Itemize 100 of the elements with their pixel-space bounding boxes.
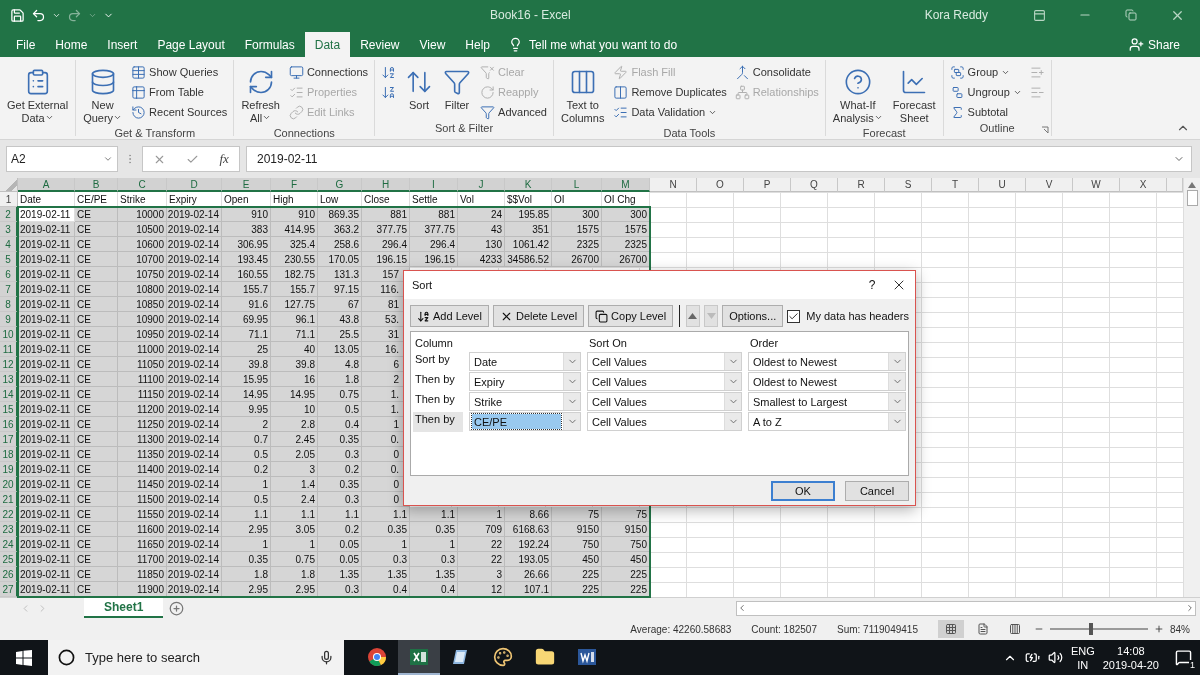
microphone-icon[interactable] [319, 650, 334, 665]
save-icon[interactable] [10, 7, 25, 23]
dropdown-field[interactable]: Strike [469, 392, 581, 411]
formula-input[interactable]: 2019-02-11 [246, 146, 1192, 172]
ribbon-button[interactable]: Recent Sources [129, 103, 230, 121]
ribbon-tab[interactable]: Insert [97, 32, 148, 57]
column-header[interactable]: W [1073, 178, 1120, 192]
undo-icon[interactable] [31, 7, 46, 23]
ribbon-button[interactable]: Advanced [478, 103, 549, 121]
column-header[interactable]: G [318, 178, 362, 192]
column-header[interactable]: I [410, 178, 458, 192]
language-indicator[interactable]: ENG IN [1070, 643, 1095, 672]
ribbon-button[interactable]: New Query [80, 63, 126, 127]
scroll-up-icon[interactable] [1188, 182, 1196, 188]
options-button[interactable]: Options... [722, 305, 784, 327]
row-header[interactable]: 18 [0, 447, 18, 462]
ribbon-button[interactable]: Group [947, 63, 1024, 81]
ribbon-button[interactable]: Remove Duplicates [611, 83, 729, 101]
column-header[interactable]: L [552, 178, 602, 192]
row-header[interactable]: 17 [0, 432, 18, 447]
column-header[interactable]: E [222, 178, 271, 192]
column-header[interactable]: N [650, 178, 697, 192]
dropdown-field[interactable]: Smallest to Largest [748, 392, 906, 411]
ribbon-button[interactable]: From Table [129, 83, 230, 101]
dropdown-field[interactable]: CE/PE [469, 412, 581, 431]
tell-me-field[interactable]: Tell me what you want to do [508, 32, 1129, 57]
row-header[interactable]: 23 [0, 522, 18, 537]
dialog-button[interactable]: OK [771, 480, 835, 501]
ribbon-tab[interactable]: Help [455, 32, 500, 57]
ribbon-tab[interactable]: View [409, 32, 456, 57]
dropdown-field[interactable]: Cell Values [587, 412, 742, 431]
row-header[interactable]: 9 [0, 312, 18, 327]
add-sheet-icon[interactable] [169, 600, 185, 616]
row-header[interactable]: 6 [0, 267, 18, 282]
ribbon-button[interactable]: Subtotal [947, 103, 1024, 121]
volume-icon[interactable] [1047, 650, 1063, 665]
ribbon-button[interactable]: Refresh All [238, 63, 283, 127]
column-header[interactable]: F [271, 178, 318, 192]
column-header[interactable]: R [838, 178, 885, 192]
column-header[interactable]: M [602, 178, 650, 192]
ribbon-button[interactable]: Show Queries [129, 63, 230, 81]
row-header[interactable]: 4 [0, 237, 18, 252]
column-header[interactable]: S [885, 178, 932, 192]
row-header[interactable]: 8 [0, 297, 18, 312]
sheet-tab[interactable]: Sheet1 [84, 598, 164, 618]
dropdown-field[interactable]: Cell Values [587, 392, 742, 411]
row-header[interactable]: 3 [0, 222, 18, 237]
row-header[interactable]: 26 [0, 567, 18, 582]
column-header[interactable]: J [458, 178, 505, 192]
column-header[interactable]: K [505, 178, 552, 192]
user-name[interactable]: Kora Reddy [924, 8, 988, 22]
row-header[interactable]: 14 [0, 387, 18, 402]
row-header[interactable]: 25 [0, 552, 18, 567]
row-header[interactable]: 7 [0, 282, 18, 297]
row-header[interactable]: 12 [0, 357, 18, 372]
row-header[interactable]: 2 [0, 207, 18, 222]
dropdown-field[interactable]: Cell Values [587, 352, 742, 371]
share-button[interactable]: Share [1128, 32, 1180, 57]
ribbon-button[interactable]: Forecast Sheet [889, 63, 939, 127]
toolbar-button[interactable]: Add Level [410, 305, 489, 327]
row-header[interactable]: 19 [0, 462, 18, 477]
redo-icon[interactable] [67, 7, 82, 23]
taskbar-app[interactable] [398, 640, 440, 675]
row-header[interactable]: 16 [0, 417, 18, 432]
insert-function-button[interactable]: fx [219, 151, 229, 167]
normal-view-button[interactable] [938, 620, 964, 638]
ribbon-tab[interactable]: Formulas [234, 32, 305, 57]
row-header[interactable]: 22 [0, 507, 18, 522]
dropdown-field[interactable]: Date [469, 352, 581, 371]
dropdown-field[interactable]: Cell Values [587, 372, 742, 391]
toolbar-button[interactable]: Delete Level [492, 305, 585, 327]
ribbon-button[interactable]: Filter [440, 63, 475, 114]
scroll-right-icon[interactable] [1185, 603, 1195, 613]
column-header[interactable]: O [697, 178, 744, 192]
battery-icon[interactable] [1024, 650, 1040, 665]
scroll-thumb[interactable] [1186, 190, 1198, 206]
ribbon-button[interactable]: Data Validation [611, 103, 729, 121]
ribbon-button[interactable]: Ungroup [947, 83, 1024, 101]
ribbon-button[interactable]: Connections [286, 63, 371, 81]
headers-checkbox[interactable] [787, 309, 801, 323]
horizontal-scrollbar[interactable] [736, 600, 1196, 616]
column-header[interactable]: Q [791, 178, 838, 192]
ribbon-button[interactable]: Get External Data [4, 63, 72, 127]
row-header[interactable]: 5 [0, 252, 18, 267]
scroll-left-icon[interactable] [737, 603, 747, 613]
ribbon-tab[interactable]: Page Layout [147, 32, 235, 57]
ribbon-tab[interactable]: Home [45, 32, 98, 57]
dropdown-field[interactable]: A to Z [748, 412, 906, 431]
row-header[interactable]: 13 [0, 372, 18, 387]
clock[interactable]: 14:08 2019-04-20 [1102, 643, 1159, 672]
dialog-button[interactable]: Cancel [845, 480, 909, 501]
column-header[interactable]: A [18, 178, 75, 192]
dialog-launcher-icon[interactable] [1040, 126, 1049, 134]
help-button[interactable]: ? [853, 278, 891, 292]
search-field[interactable]: Type here to search [48, 640, 344, 675]
column-header[interactable]: T [932, 178, 979, 192]
column-header[interactable]: V [1026, 178, 1073, 192]
ribbon-tab[interactable]: Data [304, 32, 351, 57]
row-header[interactable]: 20 [0, 477, 18, 492]
ribbon-button[interactable]: Sort [402, 63, 437, 114]
